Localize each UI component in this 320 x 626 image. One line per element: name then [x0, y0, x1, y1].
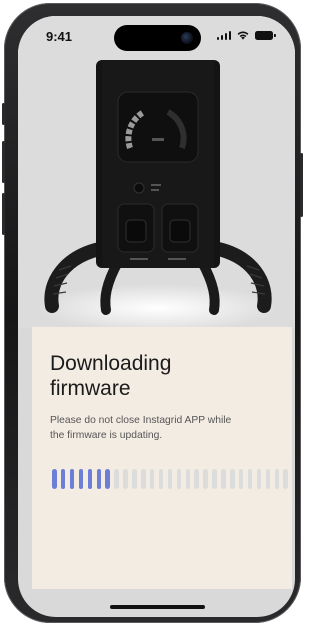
- progress-segment-empty: [123, 469, 128, 489]
- progress-segment-empty: [221, 469, 226, 489]
- signal-icon: [216, 30, 231, 40]
- progress-segment-empty: [247, 469, 253, 489]
- home-indicator[interactable]: [110, 605, 205, 609]
- battery-icon: [255, 30, 276, 40]
- progress-segment-empty: [149, 469, 155, 489]
- progress-segment-empty: [238, 469, 244, 489]
- progress-segment-filled: [78, 469, 84, 489]
- product-image: [18, 16, 295, 328]
- progress-segment-filled: [60, 469, 66, 489]
- progress-segment-empty: [256, 469, 262, 489]
- update-title: Downloading firmware: [50, 351, 280, 401]
- status-icons: [216, 30, 276, 40]
- update-message: Please do not close Instagrid APP while …: [50, 413, 285, 443]
- progress-segment-empty: [274, 469, 280, 489]
- progress-segment-empty: [212, 469, 217, 489]
- progress-segment-empty: [194, 469, 199, 489]
- progress-segment-empty: [265, 469, 271, 489]
- progress-segment-filled: [96, 469, 102, 489]
- update-title-line-2: firmware: [50, 377, 131, 400]
- download-progress-bar: [52, 469, 292, 489]
- power-station-icon: [18, 16, 295, 328]
- front-camera-icon: [181, 32, 193, 44]
- firmware-update-card: Downloading firmware Please do not close…: [32, 327, 292, 589]
- update-message-line-2: the firmware is updating.: [50, 430, 163, 441]
- progress-segment-filled: [69, 469, 75, 489]
- progress-segment-empty: [114, 469, 119, 489]
- progress-segment-empty: [141, 469, 146, 489]
- action-button: [2, 103, 5, 125]
- status-bar: 9:41: [18, 16, 295, 58]
- progress-segment-filled: [87, 469, 93, 489]
- progress-segment-empty: [230, 469, 235, 489]
- update-title-line-1: Downloading: [50, 352, 172, 375]
- progress-segment-filled: [105, 469, 110, 489]
- update-message-line-1: Please do not close Instagrid APP while: [50, 415, 232, 426]
- progress-segment-empty: [185, 469, 191, 489]
- wifi-icon: [237, 31, 249, 40]
- volume-down-button: [2, 193, 5, 235]
- phone-frame: 9:41 Downloading firmware Please do not …: [2, 3, 303, 623]
- status-time: 9:41: [46, 29, 73, 44]
- dynamic-island: [114, 25, 201, 51]
- progress-segment-empty: [158, 469, 164, 489]
- progress-segment-empty: [283, 469, 288, 489]
- power-button: [300, 153, 303, 217]
- progress-segment-empty: [132, 469, 137, 489]
- progress-segment-empty: [176, 469, 182, 489]
- volume-up-button: [2, 141, 5, 183]
- progress-segment-empty: [167, 469, 173, 489]
- progress-segment-filled: [52, 469, 57, 489]
- progress-segment-empty: [203, 469, 208, 489]
- screen: 9:41 Downloading firmware Please do not …: [18, 16, 295, 617]
